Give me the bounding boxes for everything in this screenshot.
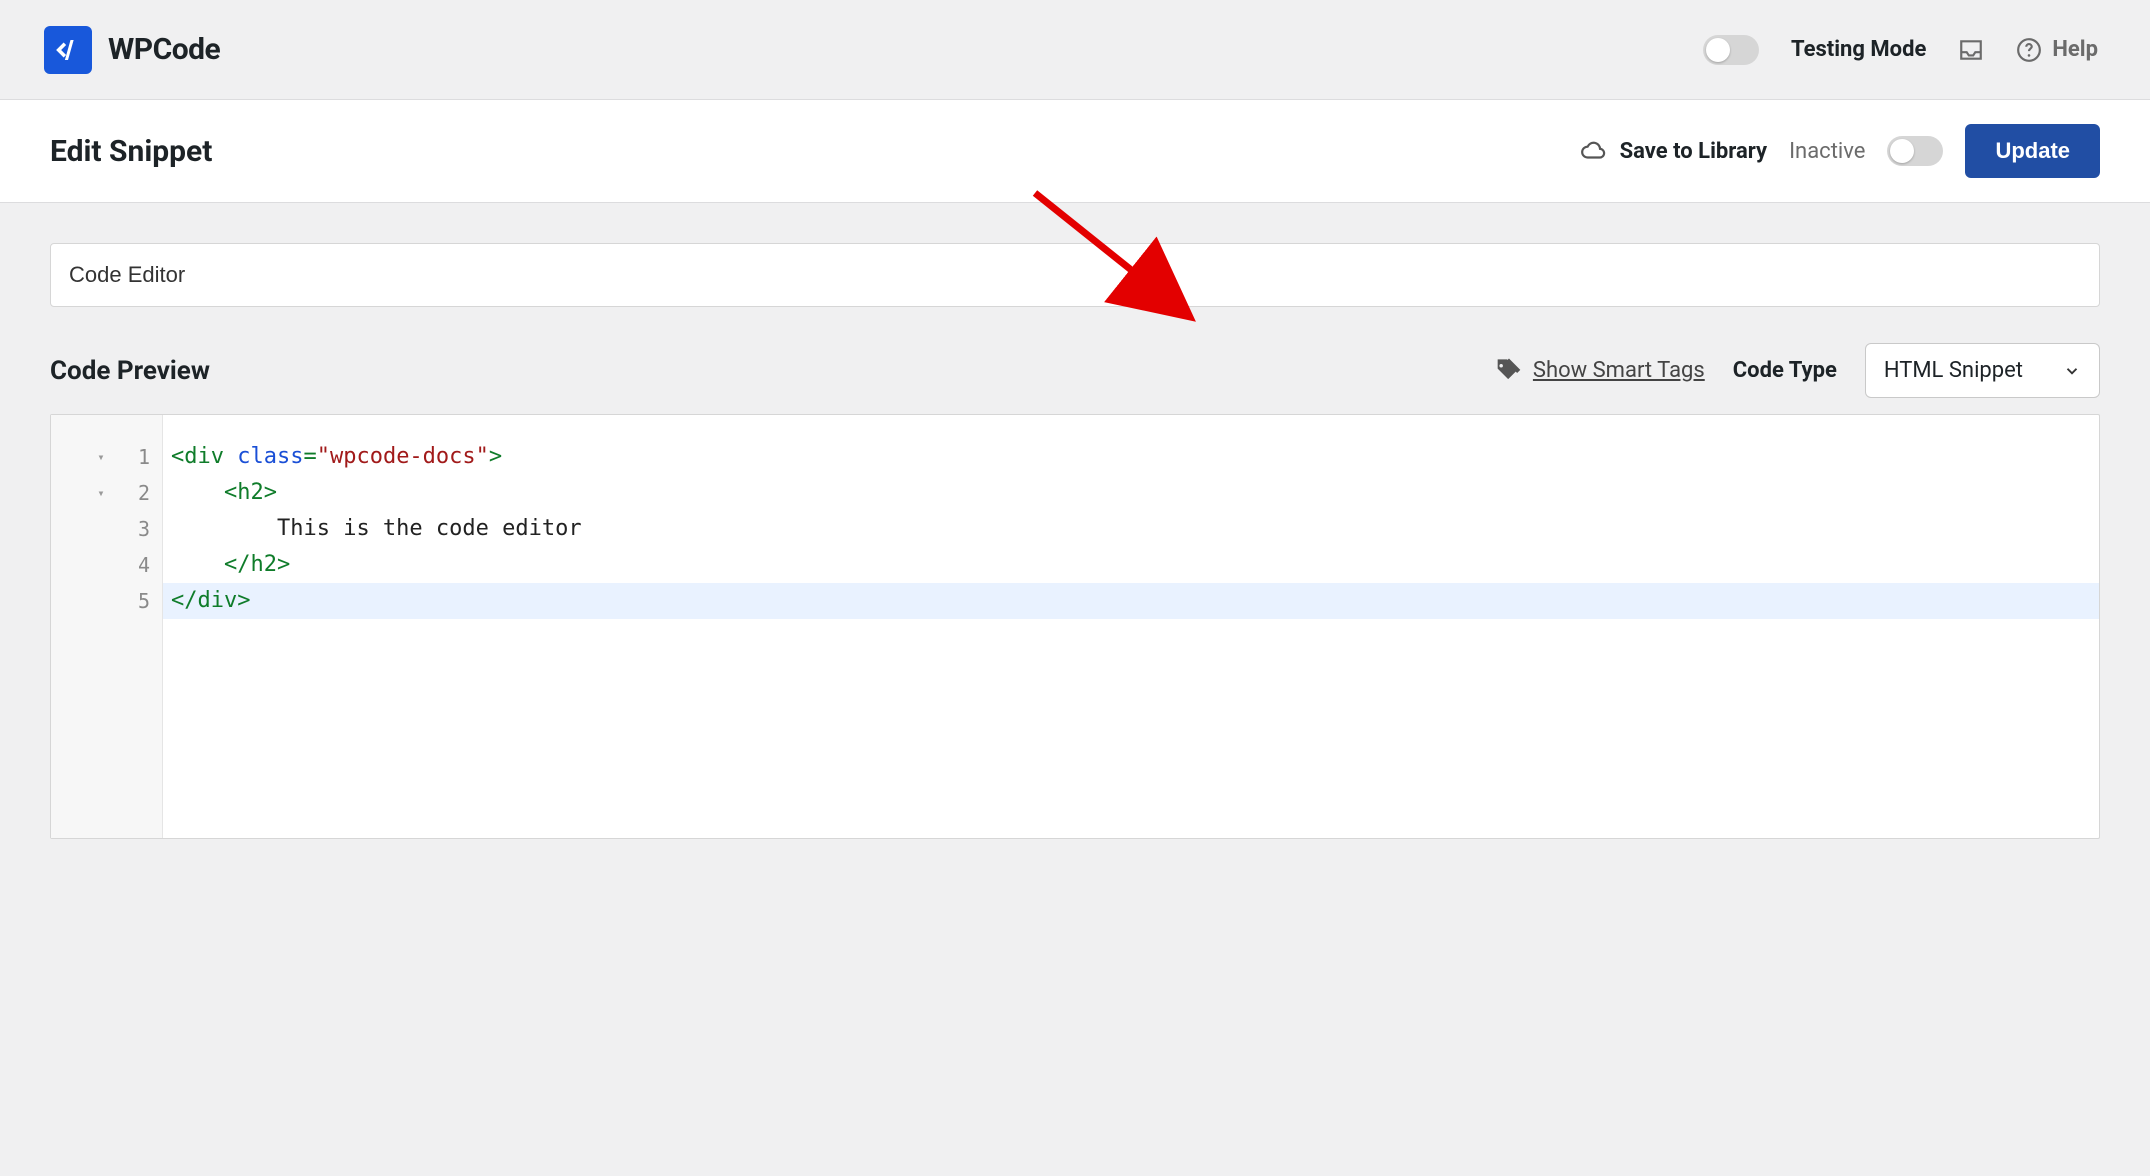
- line-number: 4: [126, 553, 150, 577]
- update-button[interactable]: Update: [1965, 124, 2100, 178]
- editor-gutter: ▾1▾2345: [51, 415, 163, 838]
- top-bar: WPCode Testing Mode Help: [0, 0, 2150, 100]
- brand-logo-icon: [44, 26, 92, 74]
- code-type-select[interactable]: HTML Snippet: [1865, 343, 2100, 398]
- testing-mode-label: Testing Mode: [1791, 37, 1926, 62]
- brand-name: WPCode: [108, 32, 220, 67]
- show-smart-tags-button[interactable]: Show Smart Tags: [1493, 357, 1705, 385]
- help-label: Help: [2052, 37, 2098, 62]
- line-number: 5: [126, 589, 150, 613]
- help-icon: [2016, 37, 2042, 63]
- page-title: Edit Snippet: [50, 134, 212, 169]
- code-line[interactable]: This is the code editor: [163, 511, 2099, 547]
- chevron-down-icon: [2063, 362, 2081, 380]
- status-label: Inactive: [1789, 139, 1865, 164]
- sub-header: Edit Snippet Save to Library Inactive Up…: [0, 100, 2150, 203]
- help-button[interactable]: Help: [2016, 37, 2098, 63]
- save-to-library-label: Save to Library: [1620, 139, 1767, 164]
- cloud-icon: [1580, 138, 1606, 164]
- code-type-label: Code Type: [1733, 358, 1837, 383]
- line-number: 1: [126, 445, 150, 469]
- show-smart-tags-label: Show Smart Tags: [1533, 358, 1705, 383]
- code-editor[interactable]: ▾1▾2345 <div class="wpcode-docs"> <h2> T…: [50, 414, 2100, 839]
- gutter-row: 5: [51, 583, 162, 619]
- save-to-library-button[interactable]: Save to Library: [1580, 138, 1767, 164]
- code-line[interactable]: <h2>: [163, 475, 2099, 511]
- editor-code-area[interactable]: <div class="wpcode-docs"> <h2> This is t…: [163, 415, 2099, 838]
- active-toggle[interactable]: [1887, 136, 1943, 166]
- fold-icon[interactable]: ▾: [94, 486, 108, 500]
- code-preview-header: Code Preview Show Smart Tags Code Type H…: [50, 343, 2100, 398]
- code-line[interactable]: <div class="wpcode-docs">: [163, 439, 2099, 475]
- main-content: Code Preview Show Smart Tags Code Type H…: [0, 203, 2150, 889]
- fold-icon[interactable]: ▾: [94, 450, 108, 464]
- tags-icon: [1493, 357, 1521, 385]
- testing-mode-toggle[interactable]: [1703, 35, 1759, 65]
- code-type-value: HTML Snippet: [1884, 358, 2023, 383]
- inbox-icon: [1958, 37, 1984, 63]
- code-preview-label: Code Preview: [50, 356, 210, 386]
- snippet-title-input[interactable]: [50, 243, 2100, 307]
- gutter-row: ▾1: [51, 439, 162, 475]
- gutter-row: 4: [51, 547, 162, 583]
- code-line[interactable]: </h2>: [163, 547, 2099, 583]
- line-number: 2: [126, 481, 150, 505]
- gutter-row: 3: [51, 511, 162, 547]
- inbox-button[interactable]: [1958, 37, 1984, 63]
- code-line[interactable]: </div>: [163, 583, 2099, 619]
- line-number: 3: [126, 517, 150, 541]
- gutter-row: ▾2: [51, 475, 162, 511]
- sub-actions: Save to Library Inactive Update: [1580, 124, 2100, 178]
- brand: WPCode: [44, 26, 220, 74]
- top-actions: Testing Mode Help: [1703, 35, 2098, 65]
